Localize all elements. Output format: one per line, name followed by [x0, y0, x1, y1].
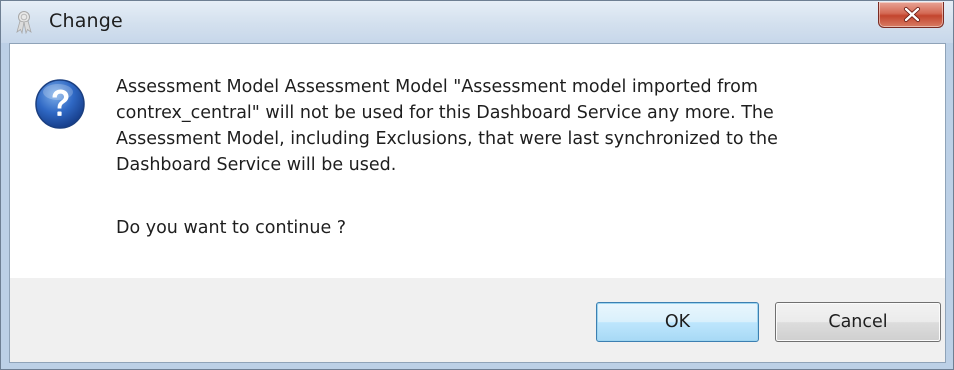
change-dialog: Change Assessment Model Assessment Model… — [0, 0, 954, 370]
cancel-button[interactable]: Cancel — [775, 302, 941, 342]
close-button[interactable] — [878, 2, 944, 28]
ribbon-icon — [13, 10, 35, 35]
title-bar[interactable]: Change — [1, 1, 953, 43]
confirm-question: Do you want to continue ? — [116, 218, 347, 238]
close-icon — [879, 2, 943, 27]
window-title: Change — [49, 10, 123, 32]
question-icon — [34, 78, 86, 130]
ok-button[interactable]: OK — [596, 302, 759, 342]
dialog-body: Assessment Model Assessment Model "Asses… — [9, 43, 946, 363]
message-line: Assessment Model, including Exclusions, … — [116, 129, 778, 149]
message-line: Dashboard Service will be used. — [116, 155, 397, 175]
dialog-message: Assessment Model Assessment Model "Asses… — [116, 74, 916, 178]
message-line: contrex_central" will not be used for th… — [116, 103, 774, 123]
message-line: Assessment Model Assessment Model "Asses… — [116, 77, 758, 97]
